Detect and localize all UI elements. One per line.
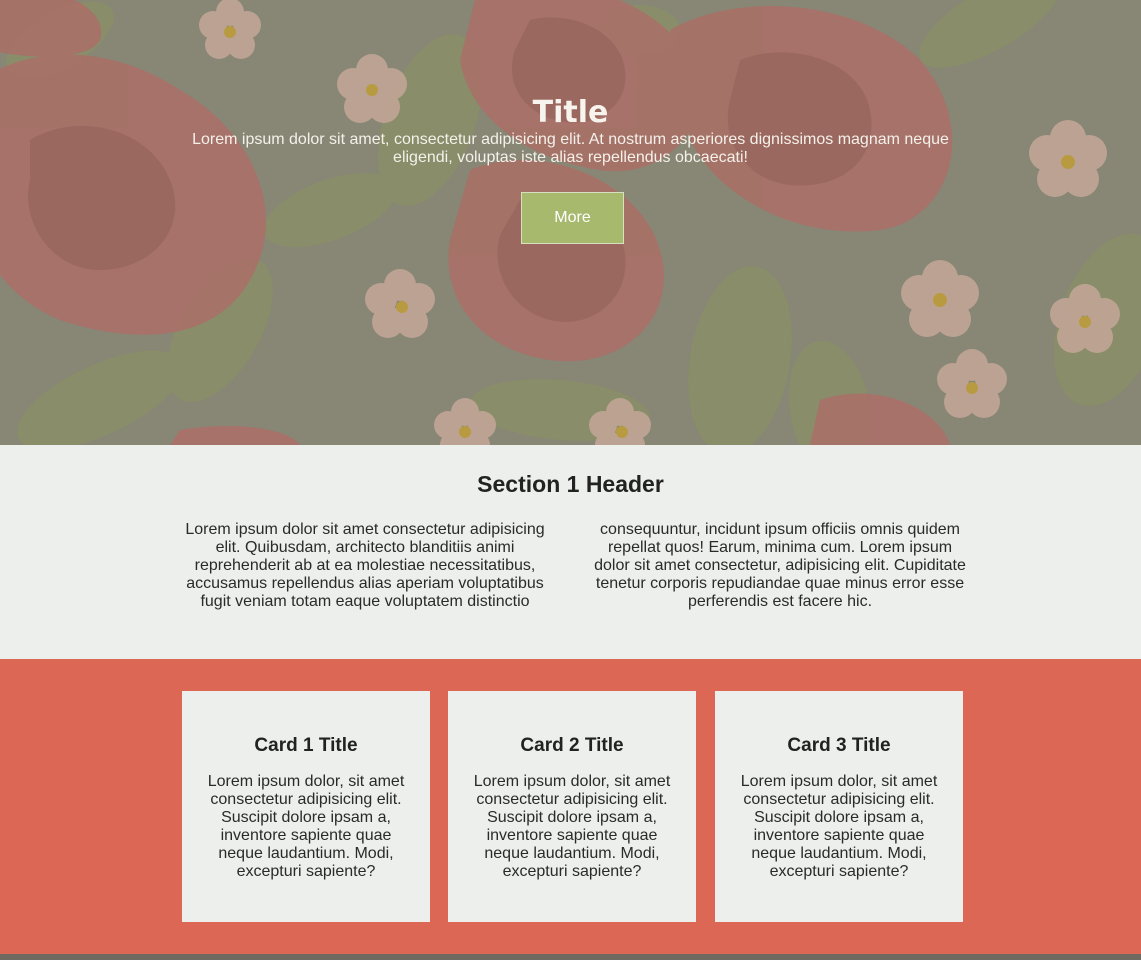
card-1: Card 1 Title Lorem ipsum dolor, sit amet… <box>182 691 430 922</box>
more-button[interactable]: More <box>521 192 624 244</box>
footer-strip <box>0 954 1141 960</box>
card-title: Card 1 Title <box>254 735 358 756</box>
section-1-text-left: Lorem ipsum dolor sit amet consectetur a… <box>185 521 545 610</box>
section-1: Section 1 Header Lorem ipsum dolor sit a… <box>0 445 1141 659</box>
card-text: Lorem ipsum dolor, sit amet consectetur … <box>740 773 938 880</box>
card-text: Lorem ipsum dolor, sit amet consectetur … <box>207 773 405 880</box>
hero-title: Title <box>532 95 609 130</box>
hero-section: Title Lorem ipsum dolor sit amet, consec… <box>0 0 1141 445</box>
card-3: Card 3 Title Lorem ipsum dolor, sit amet… <box>715 691 963 922</box>
card-title: Card 3 Title <box>787 735 891 756</box>
hero-content: Title Lorem ipsum dolor sit amet, consec… <box>0 95 1141 167</box>
card-text: Lorem ipsum dolor, sit amet consectetur … <box>473 773 671 880</box>
cards-section: Card 1 Title Lorem ipsum dolor, sit amet… <box>0 659 1141 954</box>
section-1-header: Section 1 Header <box>477 471 664 497</box>
card-2: Card 2 Title Lorem ipsum dolor, sit amet… <box>448 691 696 922</box>
hero-description: Lorem ipsum dolor sit amet, consectetur … <box>192 131 949 166</box>
section-1-text-right: consequuntur, incidunt ipsum officiis om… <box>594 521 966 610</box>
card-title: Card 2 Title <box>520 735 624 756</box>
